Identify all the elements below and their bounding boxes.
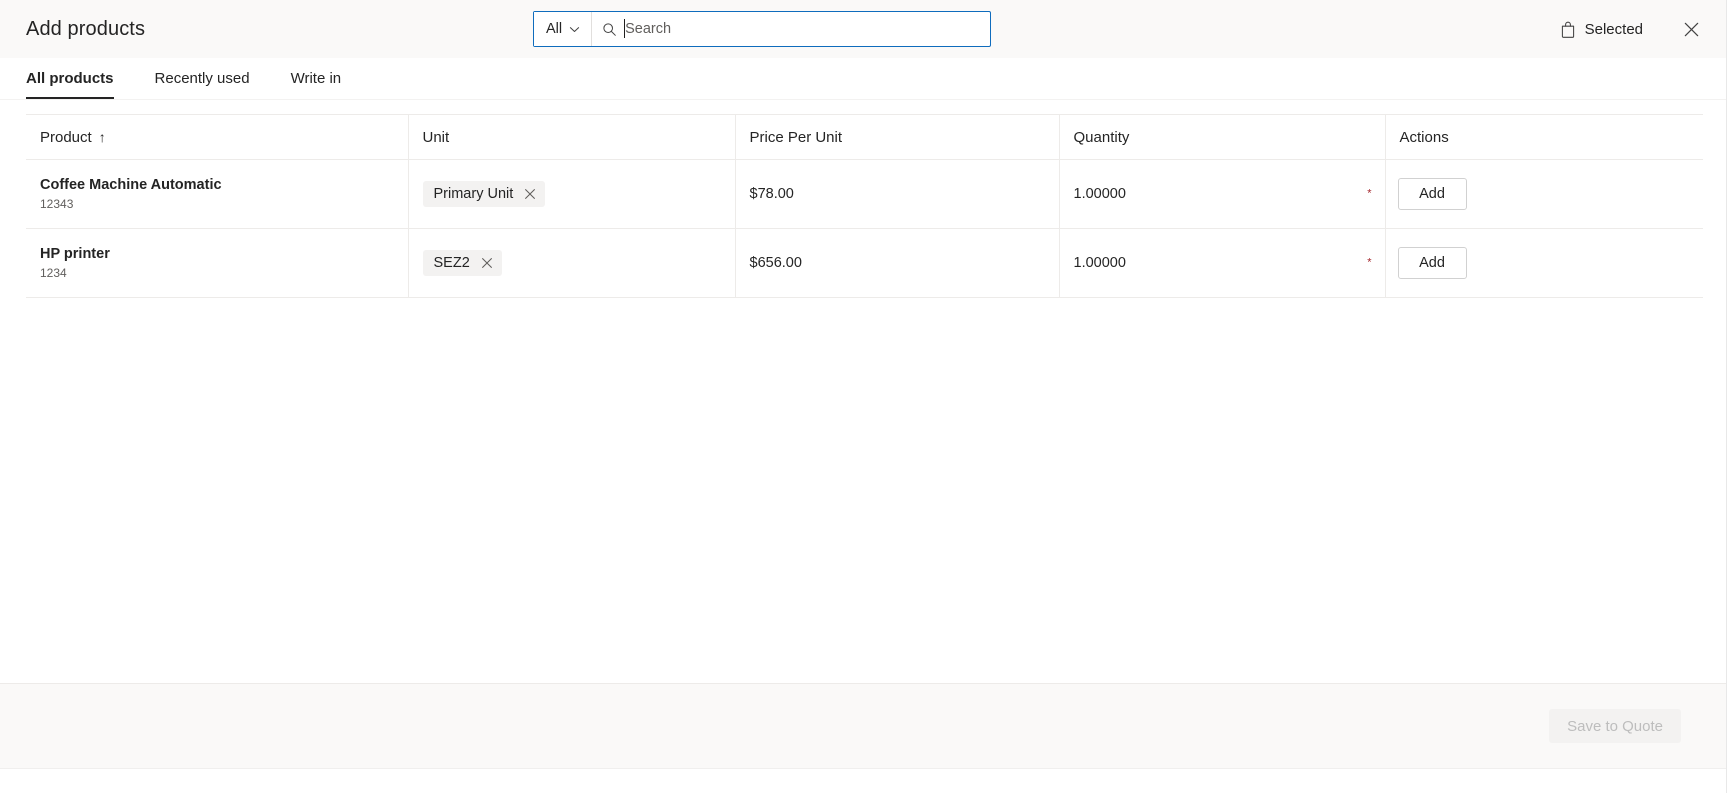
table-row[interactable]: Coffee Machine Automatic 12343 Primary U… [26, 159, 1703, 229]
tab-write-in[interactable]: Write in [277, 58, 356, 99]
selected-button[interactable]: Selected [1558, 17, 1645, 42]
column-header-actions-label: Actions [1399, 128, 1449, 146]
search-icon [603, 22, 616, 36]
close-icon [1684, 22, 1698, 36]
cell-product: Coffee Machine Automatic 12343 [26, 159, 409, 229]
save-to-quote-button[interactable]: Save to Quote [1549, 709, 1681, 743]
selected-label: Selected [1584, 20, 1643, 38]
search-bar: All [533, 11, 991, 47]
unit-chip[interactable]: Primary Unit [422, 181, 546, 207]
column-header-price-per-unit[interactable]: Price Per Unit [735, 114, 1060, 160]
cell-product: HP printer 1234 [26, 228, 409, 298]
column-header-quantity-label: Quantity [1073, 128, 1130, 146]
column-header-unit-label: Unit [422, 128, 450, 146]
products-table-region: Product ↑ Unit Price Per Unit Quantity A… [0, 100, 1729, 683]
column-header-product-label: Product [40, 128, 92, 146]
search-scope-dropdown[interactable]: All [534, 12, 593, 46]
table-row[interactable]: HP printer 1234 SEZ2 $656.00 1.00000 * A… [26, 228, 1703, 298]
dialog-header: Add products All Search Selected [0, 0, 1729, 58]
products-table: Product ↑ Unit Price Per Unit Quantity A… [26, 114, 1703, 298]
tab-recently-used[interactable]: Recently used [141, 58, 264, 99]
search-scope-label: All [546, 21, 563, 37]
page-title: Add products [26, 17, 146, 40]
tab-all-products[interactable]: All products [26, 58, 128, 99]
search-field-container [592, 12, 990, 46]
cell-actions: Add [1385, 228, 1703, 298]
add-products-dialog: Add products All Search Selected All pro… [0, 0, 1729, 793]
column-header-product[interactable]: Product ↑ [26, 114, 409, 160]
text-cursor [624, 19, 626, 38]
column-header-price-per-unit-label: Price Per Unit [749, 128, 843, 146]
quantity-value: 1.00000 [1073, 186, 1126, 202]
add-button[interactable]: Add [1397, 247, 1467, 279]
product-sku: 12343 [40, 197, 74, 212]
dialog-footer: Save to Quote [0, 683, 1729, 768]
table-header-row: Product ↑ Unit Price Per Unit Quantity A… [26, 114, 1703, 160]
product-name: HP printer [40, 246, 110, 263]
search-input[interactable] [625, 12, 990, 46]
cell-quantity[interactable]: 1.00000 * [1059, 228, 1386, 298]
add-button[interactable]: Add [1397, 178, 1467, 210]
bottom-strip [0, 768, 1729, 793]
cell-unit: SEZ2 [408, 228, 736, 298]
tab-recently-used-label: Recently used [154, 70, 250, 87]
cell-actions: Add [1385, 159, 1703, 229]
close-button[interactable] [1675, 13, 1707, 45]
cell-price-per-unit: $656.00 [735, 228, 1060, 298]
chevron-down-icon [569, 26, 580, 32]
required-field-marker: * [1367, 256, 1372, 269]
shopping-bag-icon [1561, 21, 1574, 38]
column-header-unit[interactable]: Unit [408, 114, 736, 160]
product-name: Coffee Machine Automatic [40, 177, 222, 194]
required-field-marker: * [1367, 187, 1372, 200]
close-icon[interactable] [524, 188, 536, 200]
sort-ascending-icon: ↑ [98, 129, 106, 145]
tab-write-in-label: Write in [290, 70, 342, 87]
close-icon[interactable] [481, 257, 493, 269]
column-header-quantity[interactable]: Quantity [1059, 114, 1386, 160]
cell-quantity[interactable]: 1.00000 * [1059, 159, 1386, 229]
quantity-value: 1.00000 [1073, 255, 1126, 271]
tab-all-products-label: All products [26, 70, 114, 87]
product-sku: 1234 [40, 266, 67, 281]
header-actions: Selected [1558, 0, 1707, 58]
tab-bar: All products Recently used Write in [0, 58, 1729, 100]
column-header-actions: Actions [1385, 114, 1703, 160]
cell-price-per-unit: $78.00 [735, 159, 1060, 229]
unit-chip[interactable]: SEZ2 [422, 250, 502, 276]
unit-chip-label: Primary Unit [433, 186, 514, 202]
cell-unit: Primary Unit [408, 159, 736, 229]
unit-chip-label: SEZ2 [433, 255, 470, 271]
